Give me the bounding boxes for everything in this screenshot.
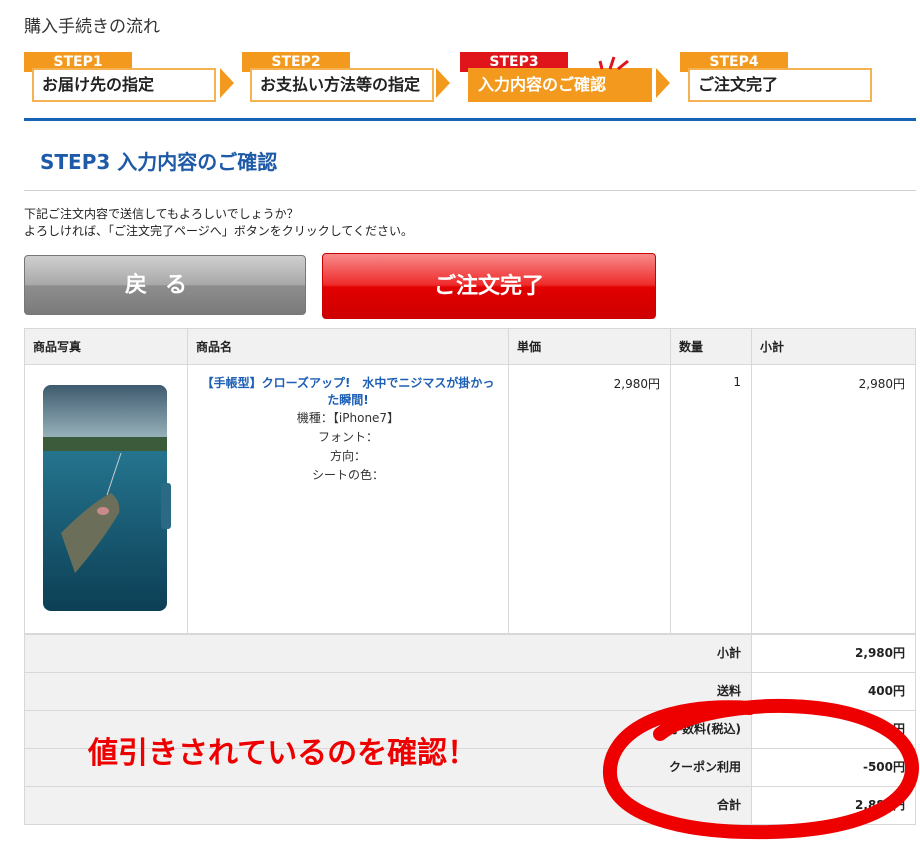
- instruction-text: 下記ご注文内容で送信してもよろしいでしょうか？ よろしければ、「ご注文完了ページ…: [24, 206, 413, 240]
- instruction-line-2: よろしければ、「ご注文完了ページへ」ボタンをクリックしてください。: [24, 224, 414, 238]
- product-model: 機種：【iPhone7】: [296, 411, 400, 425]
- section-underline: [24, 190, 916, 191]
- summary-label-subtotal: 小計: [24, 634, 752, 673]
- step-arrow-icon: [220, 68, 234, 98]
- section-title: STEP3 入力内容のご確認: [40, 150, 278, 174]
- header-unit-price: 単価: [508, 328, 671, 365]
- product-photo-cell: [24, 364, 188, 634]
- product-font: フォント：: [317, 430, 378, 444]
- product-image: [43, 385, 171, 611]
- header-photo: 商品写真: [24, 328, 188, 365]
- step-arrow-icon: [436, 68, 450, 98]
- section-divider: [24, 118, 916, 121]
- header-product-name: 商品名: [187, 328, 509, 365]
- step-arrow-icon: [656, 68, 670, 98]
- product-subtotal: 2,980円: [751, 364, 916, 634]
- instruction-line-1: 下記ご注文内容で送信してもよろしいでしょうか？: [24, 207, 299, 221]
- product-info-cell: 【手帳型】クローズアップ! 水中でニジマスが掛かった瞬間! 機種：【iPhone…: [187, 364, 509, 634]
- product-unit-price: 2,980円: [508, 364, 671, 634]
- back-button[interactable]: 戻る: [24, 255, 306, 315]
- header-quantity: 数量: [670, 328, 752, 365]
- product-direction: 方向：: [329, 449, 366, 463]
- product-name-link[interactable]: 【手帳型】クローズアップ! 水中でニジマスが掛かった瞬間!: [196, 375, 500, 409]
- product-quantity: 1: [670, 364, 752, 634]
- step-2-label: お支払い方法等の指定: [250, 68, 434, 102]
- step-4-label: ご注文完了: [688, 68, 872, 102]
- step-1-label: お届け先の指定: [32, 68, 216, 102]
- header-subtotal: 小計: [751, 328, 916, 365]
- highlight-circle-icon: [603, 698, 920, 840]
- page-heading: 購入手続きの流れ: [24, 17, 160, 37]
- summary-value-subtotal: 2,980円: [751, 634, 916, 673]
- annotation-text: 値引きされているのを確認！: [88, 736, 478, 771]
- step-4: STEP4 ご注文完了: [680, 52, 872, 104]
- step-1: STEP1 お届け先の指定: [24, 52, 216, 104]
- highlight-spark-icon: [598, 56, 629, 71]
- complete-order-button[interactable]: ご注文完了: [322, 253, 656, 319]
- step-3-label: 入力内容のご確認: [468, 68, 652, 102]
- product-sheet-color: シートの色：: [311, 468, 384, 482]
- checkout-steps: STEP1 お届け先の指定 STEP2 お支払い方法等の指定 STEP3 入力内…: [24, 52, 874, 108]
- step-2: STEP2 お支払い方法等の指定: [242, 52, 434, 104]
